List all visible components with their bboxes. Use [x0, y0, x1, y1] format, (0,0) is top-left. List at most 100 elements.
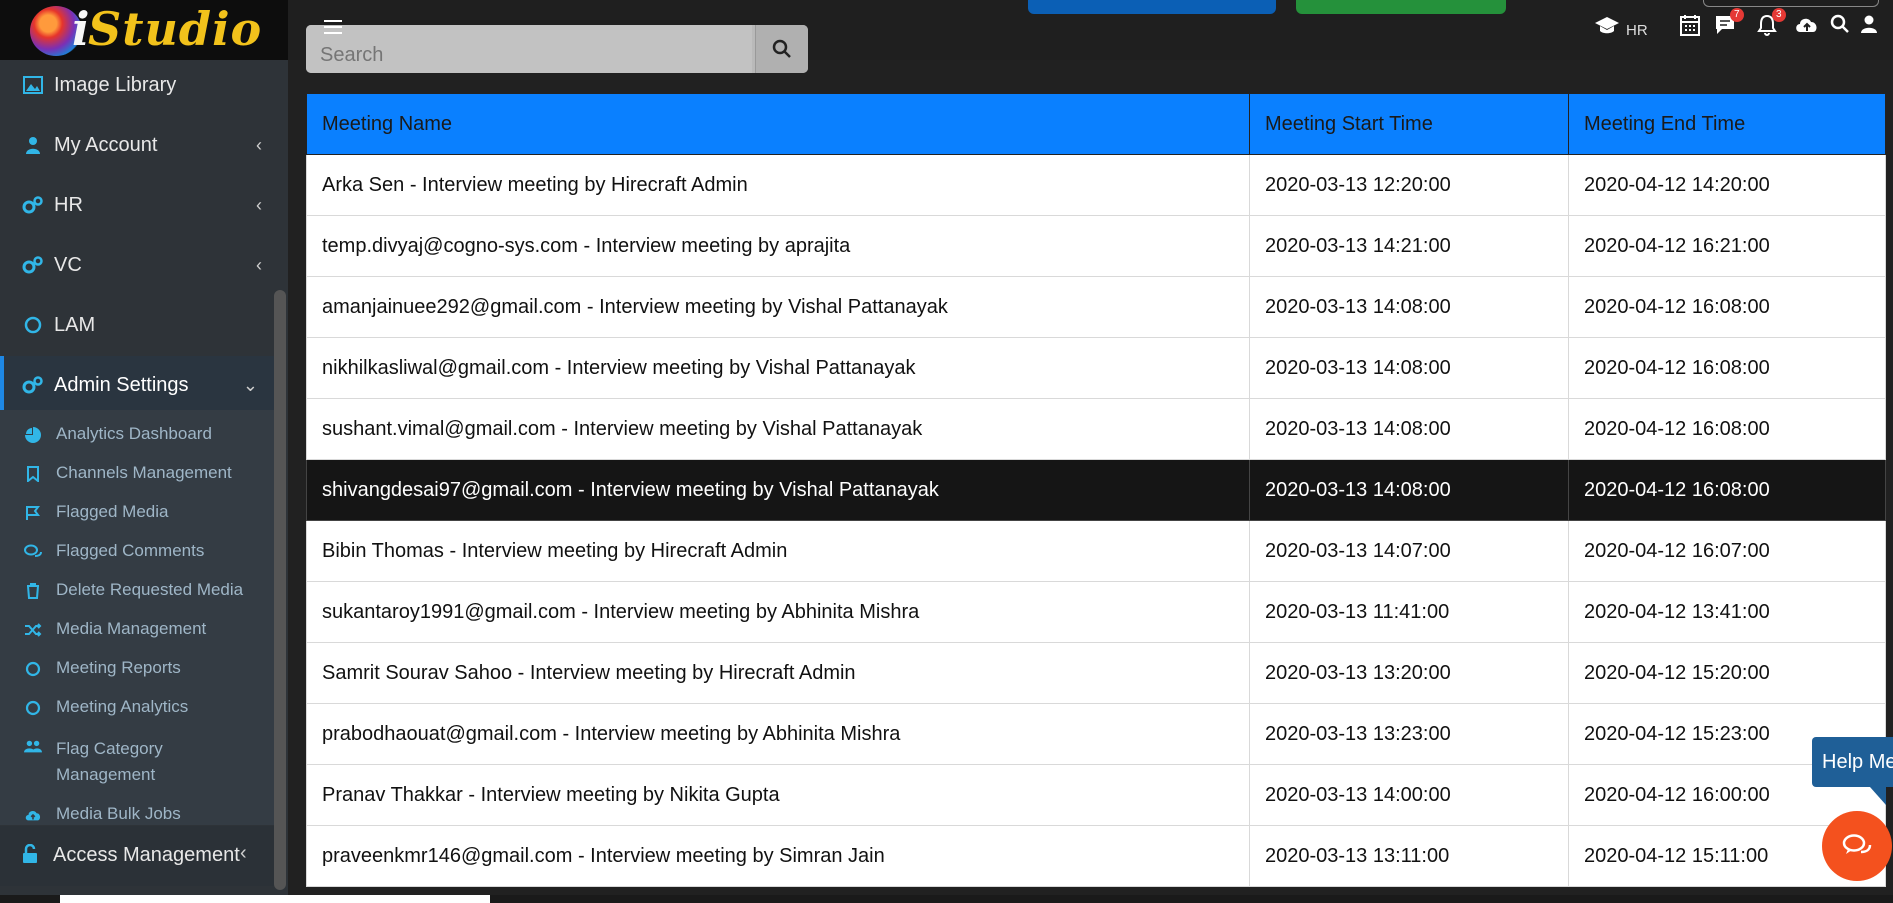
search-button[interactable]: [755, 25, 808, 73]
chevron-left-icon: ‹: [256, 134, 262, 155]
table-row[interactable]: shivangdesai97@gmail.com - Interview mee…: [306, 459, 1886, 521]
table-row[interactable]: sukantaroy1991@gmail.com - Interview mee…: [306, 581, 1886, 643]
user-role-label: HR: [1626, 22, 1648, 39]
sidebar-item-lam[interactable]: LAM: [0, 296, 276, 354]
scrollbar-thumb[interactable]: [60, 895, 490, 903]
submenu-item-label: Media Bulk Jobs: [56, 804, 181, 823]
submenu-item-label: Flagged Comments: [56, 541, 205, 560]
submenu-item-label: Media Management: [56, 619, 207, 638]
image-icon: [22, 74, 44, 96]
graduation-cap-icon[interactable]: [1594, 14, 1620, 42]
table-row[interactable]: Bibin Thomas - Interview meeting by Hire…: [306, 520, 1886, 582]
sidebar-item-my-account[interactable]: My Account ‹: [0, 116, 276, 174]
cell-end-time: 2020-04-12 16:08:00: [1568, 276, 1886, 338]
horizontal-scrollbar[interactable]: [0, 895, 1893, 903]
sidebar-item-label: Access Management: [53, 844, 240, 866]
cell-end-time: 2020-04-12 16:08:00: [1568, 337, 1886, 399]
chevron-left-icon: ‹: [240, 842, 247, 864]
submenu-item-label: Flagged Media: [56, 502, 169, 521]
sidebar-item-access-management[interactable]: Access Management ‹: [0, 826, 276, 886]
table-row[interactable]: sushant.vimal@gmail.com - Interview meet…: [306, 398, 1886, 460]
cell-start-time: 2020-03-13 11:41:00: [1249, 581, 1569, 643]
meetings-table: Meeting Name Meeting Start Time Meeting …: [306, 93, 1886, 887]
cell-start-time: 2020-03-13 12:20:00: [1249, 154, 1569, 216]
column-header-end-time[interactable]: Meeting End Time: [1568, 93, 1886, 155]
flag-icon: [24, 504, 42, 522]
sidebar-item-admin-settings[interactable]: Admin Settings ⌄: [0, 356, 276, 414]
sidebar-item-image-library[interactable]: Image Library: [0, 56, 276, 114]
chat-launcher-button[interactable]: [1822, 811, 1892, 881]
circle-icon: [24, 660, 42, 678]
column-header-start-time[interactable]: Meeting Start Time: [1249, 93, 1569, 155]
chevron-left-icon: ‹: [256, 194, 262, 215]
cell-start-time: 2020-03-13 14:00:00: [1249, 764, 1569, 826]
table-body: Arka Sen - Interview meeting by Hirecraf…: [306, 154, 1886, 887]
sidebar-item-vc[interactable]: VC ‹: [0, 236, 276, 294]
comments-icon: [1842, 834, 1872, 854]
table-row[interactable]: amanjainuee292@gmail.com - Interview mee…: [306, 276, 1886, 338]
cell-end-time: 2020-04-12 16:07:00: [1568, 520, 1886, 582]
cell-end-time: 2020-04-12 15:20:00: [1568, 642, 1886, 704]
top-outline-button[interactable]: [1703, 0, 1879, 7]
search-bar: [306, 25, 808, 73]
search-icon[interactable]: [1830, 14, 1850, 40]
search-input[interactable]: [306, 25, 752, 73]
column-header-meeting-name[interactable]: Meeting Name: [306, 93, 1250, 155]
bookmark-icon: [24, 465, 42, 483]
cloud-upload-icon: [24, 806, 42, 824]
calendar-icon[interactable]: [1680, 14, 1700, 42]
cell-end-time: 2020-04-12 14:20:00: [1568, 154, 1886, 216]
submenu-item-flag-category-management[interactable]: Flag Category Management: [0, 736, 276, 784]
cell-start-time: 2020-03-13 13:20:00: [1249, 642, 1569, 704]
cell-start-time: 2020-03-13 13:23:00: [1249, 703, 1569, 765]
table-row[interactable]: Arka Sen - Interview meeting by Hirecraf…: [306, 154, 1886, 216]
flag-category-label-text: Flag Category Management: [56, 739, 163, 784]
cell-meeting-name: sukantaroy1991@gmail.com - Interview mee…: [306, 581, 1250, 643]
sidebar-scrollbar[interactable]: [274, 290, 286, 890]
menu-toggle-icon[interactable]: [324, 20, 342, 34]
cell-end-time: 2020-04-12 16:08:00: [1568, 459, 1886, 521]
sidebar-item-label: HR: [54, 193, 83, 216]
sidebar-item-hr[interactable]: HR ‹: [0, 176, 276, 234]
submenu-item-label: Analytics Dashboard: [56, 424, 212, 443]
user-icon[interactable]: [1860, 14, 1878, 40]
comments-icon: [24, 543, 42, 561]
app-logo[interactable]: i Studio: [0, 0, 288, 60]
users-icon: [24, 738, 42, 756]
cell-start-time: 2020-03-13 14:07:00: [1249, 520, 1569, 582]
table-row[interactable]: Pranav Thakkar - Interview meeting by Ni…: [306, 764, 1886, 826]
top-primary-button[interactable]: [1028, 0, 1276, 14]
chat-badge: 7: [1730, 8, 1744, 22]
sidebar-item-label: LAM: [54, 313, 96, 336]
gears-icon: [22, 254, 44, 276]
cell-meeting-name: shivangdesai97@gmail.com - Interview mee…: [306, 459, 1250, 521]
cell-meeting-name: nikhilkasliwal@gmail.com - Interview mee…: [306, 337, 1250, 399]
sidebar-item-label: Image Library: [54, 73, 177, 96]
gears-icon: [22, 194, 44, 216]
cell-meeting-name: amanjainuee292@gmail.com - Interview mee…: [306, 276, 1250, 338]
cloud-upload-icon[interactable]: [1794, 14, 1820, 42]
top-success-button[interactable]: [1296, 0, 1506, 14]
submenu-item-label: Channels Management: [56, 463, 232, 482]
help-me-tab[interactable]: Help Me: [1812, 737, 1893, 787]
table-row[interactable]: temp.divyaj@cogno-sys.com - Interview me…: [306, 215, 1886, 277]
cell-meeting-name: praveenkmr146@gmail.com - Interview meet…: [306, 825, 1250, 887]
table-row[interactable]: nikhilkasliwal@gmail.com - Interview mee…: [306, 337, 1886, 399]
cell-meeting-name: Bibin Thomas - Interview meeting by Hire…: [306, 520, 1250, 582]
admin-settings-submenu: Analytics Dashboard Channels Management …: [0, 410, 276, 825]
help-tab-pointer: [1870, 787, 1886, 805]
cell-start-time: 2020-03-13 14:08:00: [1249, 459, 1569, 521]
table-row[interactable]: prabodhaouat@gmail.com - Interview meeti…: [306, 703, 1886, 765]
cell-meeting-name: Arka Sen - Interview meeting by Hirecraf…: [306, 154, 1250, 216]
cell-end-time: 2020-04-12 16:08:00: [1568, 398, 1886, 460]
cell-end-time: 2020-04-12 16:21:00: [1568, 215, 1886, 277]
table-row[interactable]: Samrit Sourav Sahoo - Interview meeting …: [306, 642, 1886, 704]
cell-start-time: 2020-03-13 14:08:00: [1249, 337, 1569, 399]
lock-icon: [22, 843, 38, 870]
cell-start-time: 2020-03-13 14:08:00: [1249, 276, 1569, 338]
sidebar: i Studio Image Library My Account ‹ HR ‹…: [0, 0, 288, 903]
notification-badge: 3: [1772, 8, 1786, 22]
cell-start-time: 2020-03-13 14:21:00: [1249, 215, 1569, 277]
cell-meeting-name: Samrit Sourav Sahoo - Interview meeting …: [306, 642, 1250, 704]
table-row[interactable]: praveenkmr146@gmail.com - Interview meet…: [306, 825, 1886, 887]
